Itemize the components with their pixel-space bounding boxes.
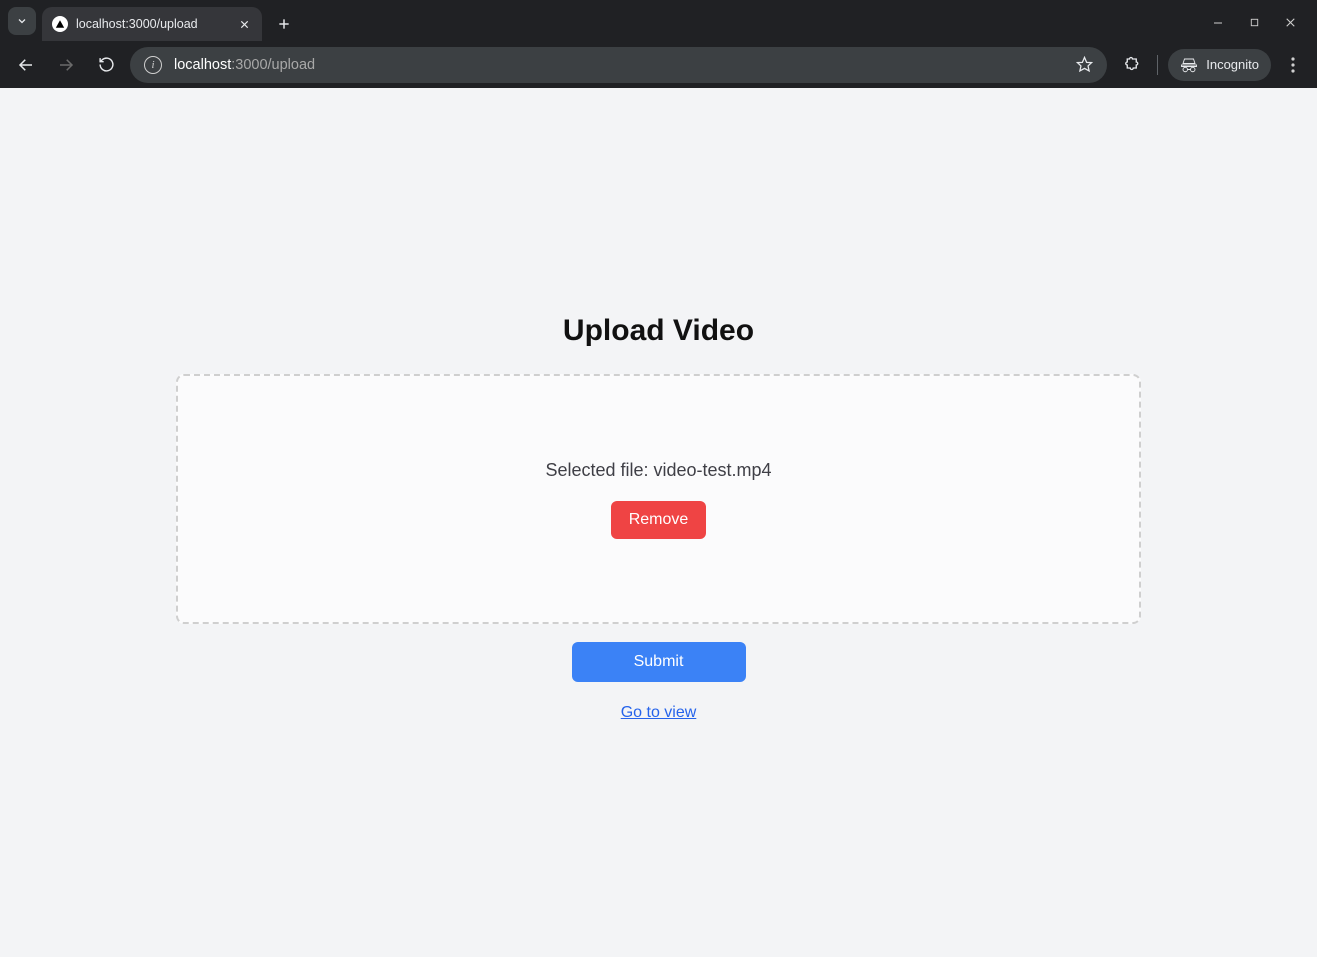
upload-page: Upload Video Selected file: video-test.m… <box>15 88 1303 957</box>
selected-file-name: video-test.mp4 <box>654 460 772 480</box>
close-icon <box>1284 16 1297 29</box>
selected-file-text: Selected file: video-test.mp4 <box>545 460 771 481</box>
forward-button[interactable] <box>50 49 82 81</box>
chevron-down-icon <box>16 15 28 27</box>
toolbar-divider <box>1157 55 1158 75</box>
address-bar[interactable]: i localhost:3000/upload <box>130 47 1107 83</box>
kebab-icon <box>1291 57 1295 73</box>
back-button[interactable] <box>10 49 42 81</box>
incognito-icon <box>1180 56 1198 74</box>
selected-file-prefix: Selected file: <box>545 460 653 480</box>
bookmark-button[interactable] <box>1076 56 1093 73</box>
site-info-icon[interactable]: i <box>144 56 162 74</box>
window-maximize-button[interactable] <box>1247 16 1261 29</box>
arrow-left-icon <box>17 56 35 74</box>
browser-tab[interactable]: localhost:3000/upload <box>42 7 262 41</box>
puzzle-icon <box>1122 56 1140 74</box>
arrow-right-icon <box>57 56 75 74</box>
url-host: localhost <box>174 57 231 73</box>
tab-strip: localhost:3000/upload <box>0 0 1317 41</box>
new-tab-button[interactable] <box>270 10 298 38</box>
window-controls <box>1211 16 1317 41</box>
window-minimize-button[interactable] <box>1211 16 1225 29</box>
star-icon <box>1076 56 1093 73</box>
tab-title: localhost:3000/upload <box>76 17 228 31</box>
reload-button[interactable] <box>90 49 122 81</box>
browser-menu-button[interactable] <box>1279 49 1307 81</box>
url-rest: :3000/upload <box>231 57 315 73</box>
go-to-view-link[interactable]: Go to view <box>621 704 697 722</box>
tab-favicon <box>52 16 68 32</box>
tab-close-button[interactable] <box>236 16 252 32</box>
browser-chrome: localhost:3000/upload <box>0 0 1317 88</box>
incognito-label: Incognito <box>1206 57 1259 72</box>
page-title: Upload Video <box>563 314 754 348</box>
page-viewport: Upload Video Selected file: video-test.m… <box>0 88 1317 957</box>
reload-icon <box>98 56 115 73</box>
minimize-icon <box>1212 17 1224 29</box>
close-icon <box>239 19 250 30</box>
incognito-chip[interactable]: Incognito <box>1168 49 1271 81</box>
plus-icon <box>277 17 291 31</box>
submit-button[interactable]: Submit <box>572 642 746 682</box>
extensions-button[interactable] <box>1115 49 1147 81</box>
file-dropzone[interactable]: Selected file: video-test.mp4 Remove <box>176 374 1141 624</box>
browser-toolbar: i localhost:3000/upload Incognito <box>0 41 1317 88</box>
tab-search-button[interactable] <box>8 7 36 35</box>
window-close-button[interactable] <box>1283 16 1297 29</box>
remove-button[interactable]: Remove <box>611 501 707 539</box>
url-text: localhost:3000/upload <box>174 57 315 73</box>
maximize-icon <box>1249 17 1260 28</box>
